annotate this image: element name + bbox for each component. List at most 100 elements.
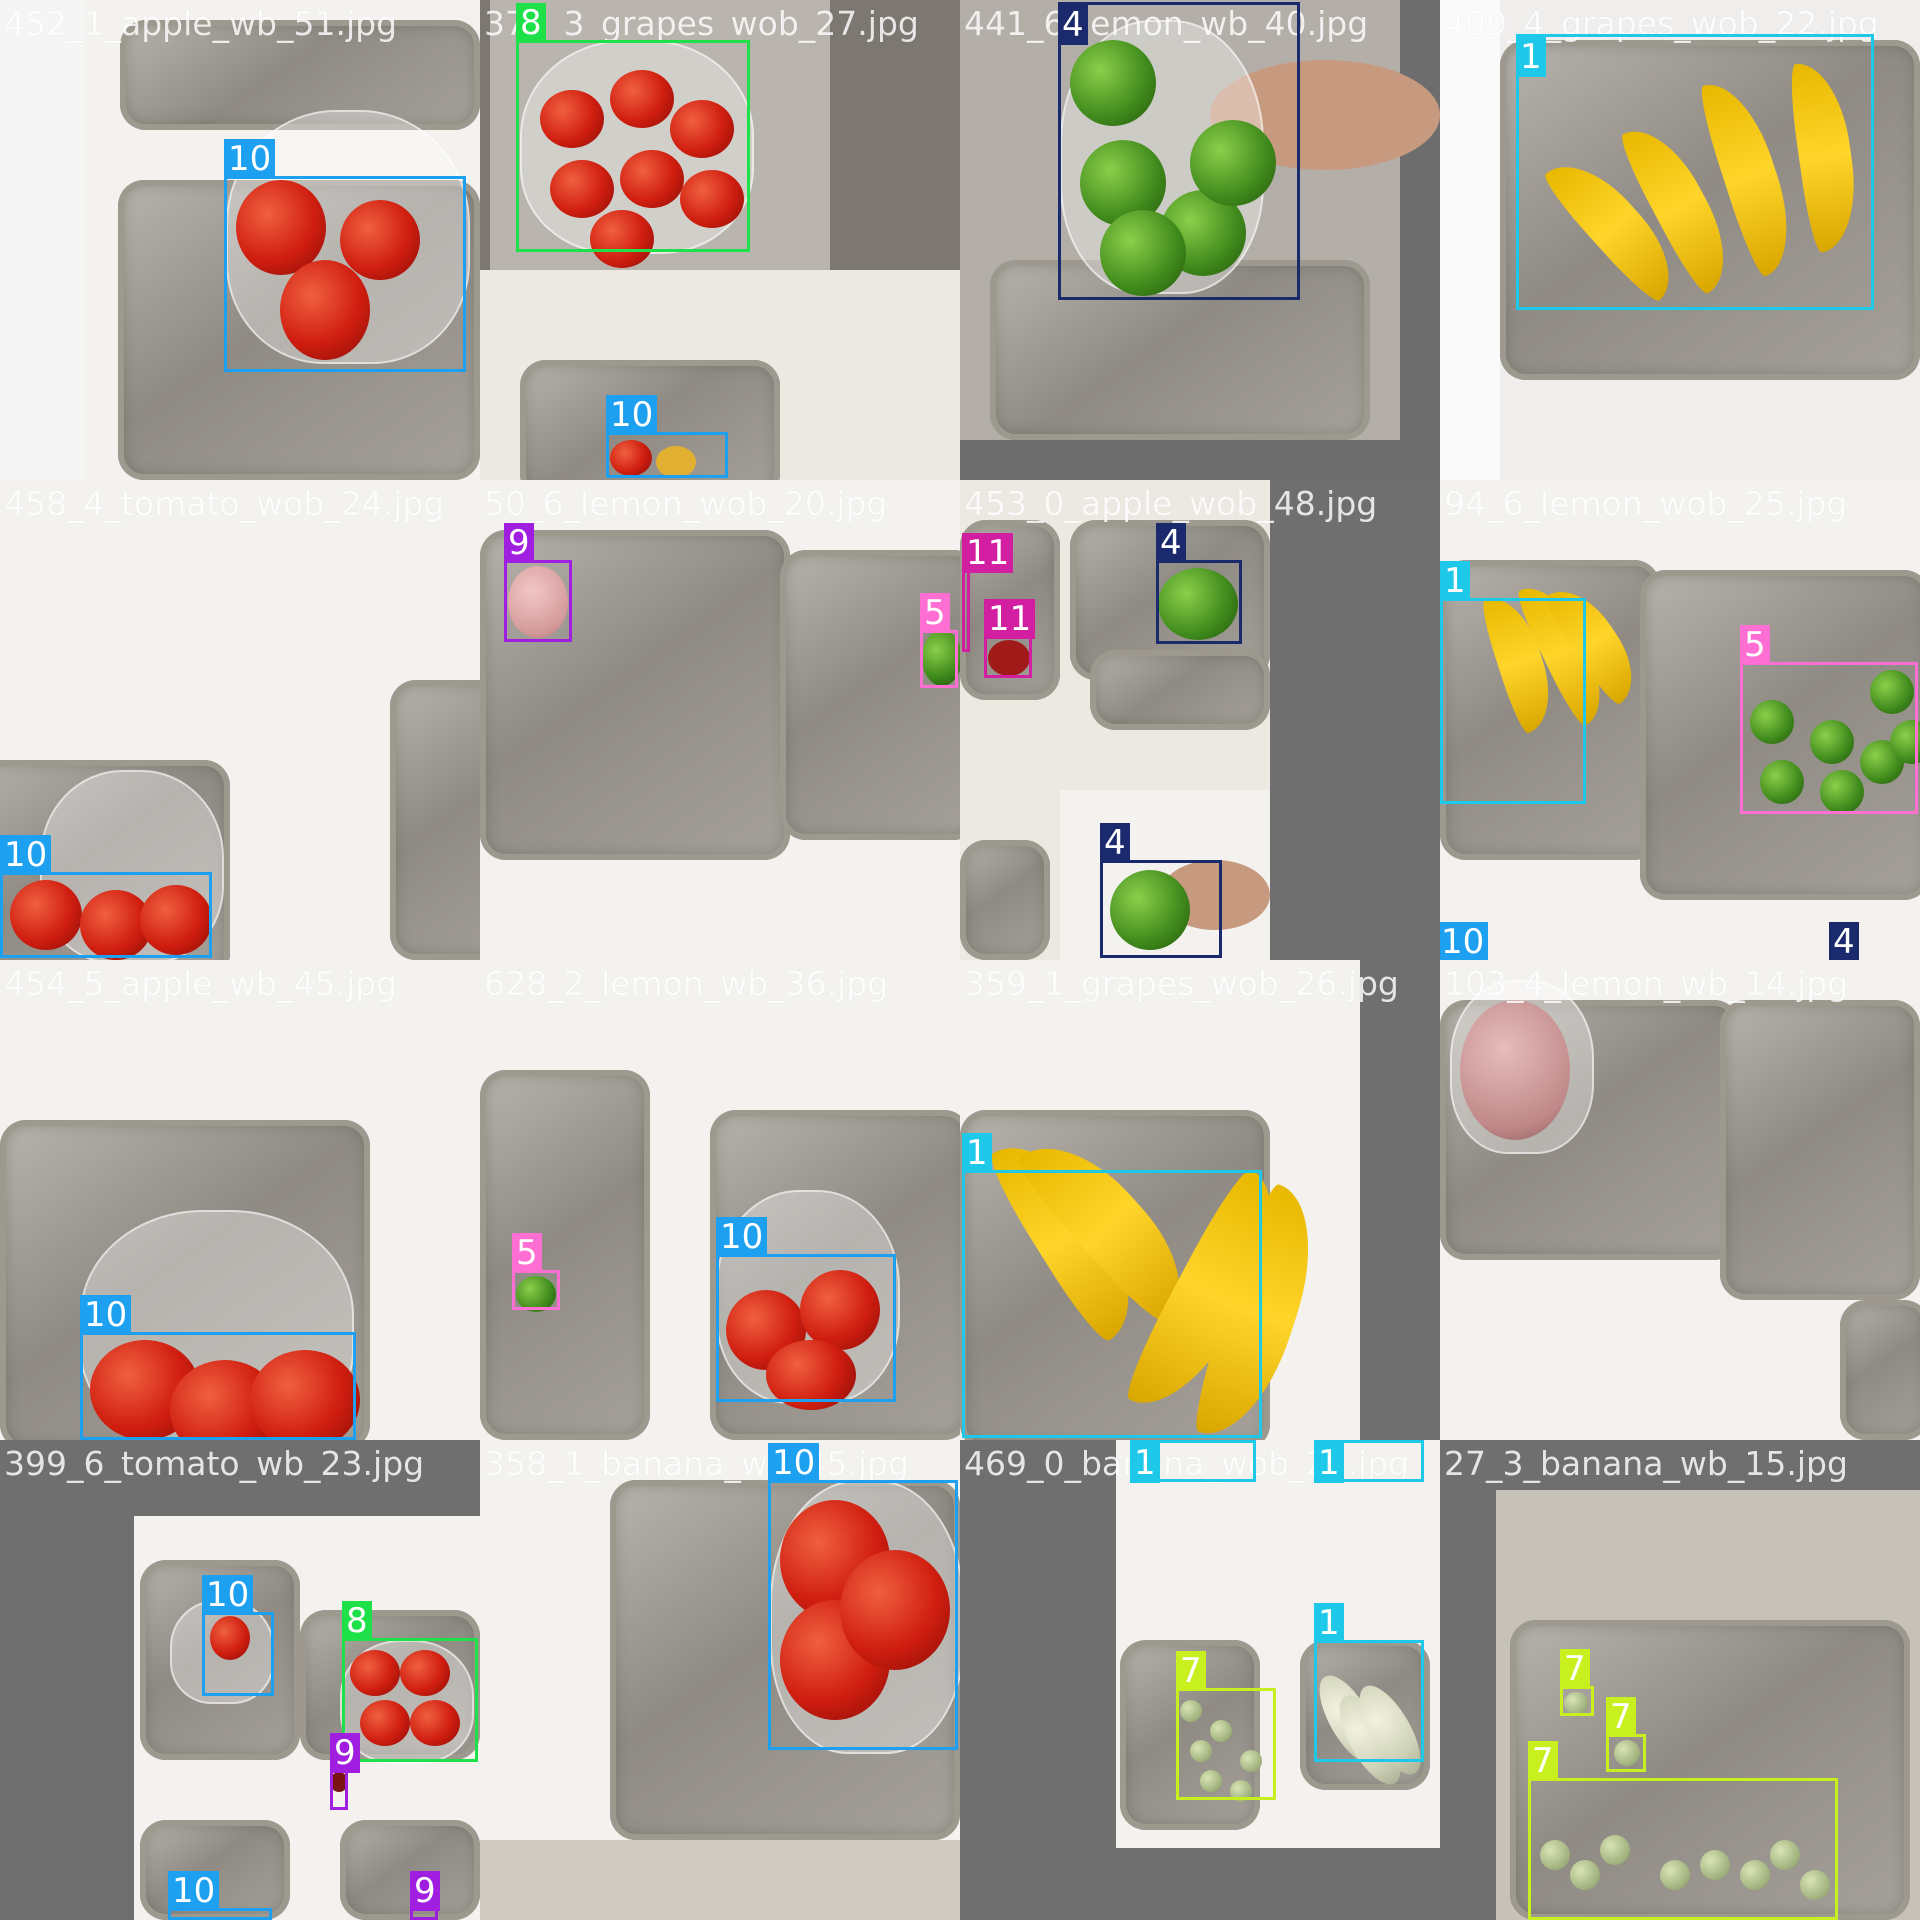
scale-tray bbox=[960, 840, 1050, 960]
bounding-box: 7 bbox=[1560, 1649, 1594, 1716]
class-label: 10 bbox=[168, 1871, 220, 1911]
image-tile: 452_1_apple_wb_51.jpg 10 bbox=[0, 0, 480, 480]
bounding-box: 10 bbox=[768, 1443, 958, 1750]
class-label: 10 bbox=[80, 1295, 132, 1335]
image-tile: 27_3_banana_wb_15.jpg 7 7 7 bbox=[1440, 1440, 1920, 1920]
background-region bbox=[1440, 0, 1500, 480]
bounding-box: 9 bbox=[330, 1733, 360, 1810]
class-label: 10 bbox=[1440, 922, 1489, 960]
class-label: 4 bbox=[1156, 523, 1186, 563]
scale-tray bbox=[480, 1070, 650, 1440]
image-filename: 628_2_lemon_wb_36.jpg bbox=[484, 964, 889, 1003]
bounding-box: 8 bbox=[342, 1601, 478, 1762]
bounding-box: 1 bbox=[1314, 1603, 1424, 1762]
bounding-box: 8 bbox=[516, 3, 750, 252]
bounding-box: 5 bbox=[512, 1233, 560, 1310]
class-label: 9 bbox=[410, 1871, 440, 1911]
image-tile: 399_6_tomato_wb_23.jpg 10 8 9 10 9 bbox=[0, 1440, 480, 1920]
background-region bbox=[0, 0, 84, 480]
class-label: 1 bbox=[1440, 561, 1470, 601]
bounding-box: 4 bbox=[1156, 523, 1242, 644]
bounding-box: 7 bbox=[1606, 1697, 1646, 1772]
class-label: 10 bbox=[716, 1217, 768, 1257]
image-tile: 458_4_tomato_wob_24.jpg 10 bbox=[0, 480, 480, 960]
photo-scene bbox=[480, 480, 960, 960]
class-label: 10 bbox=[224, 139, 276, 179]
bounding-box: 5 bbox=[920, 593, 958, 688]
class-label: 7 bbox=[1606, 1697, 1636, 1737]
bounding-box: 1 bbox=[1516, 34, 1874, 310]
image-filename: 359_1_grapes_wob_26.jpg bbox=[964, 964, 1399, 1003]
bounding-box: 1 bbox=[1440, 561, 1586, 804]
image-tile: 469_0_banana_wob_25.jpg 1 1 7 1 bbox=[960, 1440, 1440, 1920]
image-tile: 441_6_lemon_wb_40.jpg 4 bbox=[960, 0, 1440, 480]
class-label: 5 bbox=[512, 1233, 542, 1273]
bounding-box: 4 bbox=[1100, 823, 1222, 958]
class-label: 11 bbox=[984, 599, 1036, 639]
image-filename: 378_3_grapes_wob_27.jpg bbox=[484, 4, 919, 43]
image-tile: 378_3_grapes_wob_27.jpg 8 10 bbox=[480, 0, 960, 480]
scale-tray bbox=[1090, 650, 1270, 730]
detection-mosaic: 452_1_apple_wb_51.jpg 10 378_3_grapes_wob_… bbox=[0, 0, 1920, 1920]
image-tile: 454_5_apple_wb_45.jpg 10 bbox=[0, 960, 480, 1440]
bounding-box: 10 bbox=[606, 395, 728, 478]
bounding-box: 1 bbox=[962, 1133, 1262, 1438]
image-tile: 50_6_lemon_wob_20.jpg 9 5 bbox=[480, 480, 960, 960]
bounding-box: 10 bbox=[716, 1217, 896, 1402]
image-filename: 103_4_lemon_wb_14.jpg bbox=[1444, 964, 1849, 1003]
bounding-box: 10 bbox=[0, 835, 212, 958]
bounding-box: 10 bbox=[168, 1871, 272, 1920]
image-tile: 628_2_lemon_wb_36.jpg 5 10 bbox=[480, 960, 960, 1440]
bounding-box: 10 bbox=[202, 1575, 274, 1696]
class-label: 10 bbox=[0, 835, 52, 875]
class-label: 9 bbox=[504, 523, 534, 563]
image-tile: 103_4_lemon_wb_14.jpg bbox=[1440, 960, 1920, 1440]
class-label: 1 bbox=[962, 1133, 992, 1173]
bounding-box: 10 bbox=[224, 139, 466, 372]
image-filename: 358_1_banana_wb_45.jpg bbox=[484, 1444, 909, 1483]
image-filename: 452_1_apple_wb_51.jpg bbox=[4, 4, 398, 43]
class-label: 5 bbox=[920, 593, 950, 633]
image-filename: 453_0_apple_wob_48.jpg bbox=[964, 484, 1378, 523]
bounding-box: 1 bbox=[1130, 1440, 1256, 1483]
photo-scene bbox=[1440, 960, 1920, 1440]
bounding-box: 10 bbox=[80, 1295, 356, 1440]
class-label: 4 bbox=[1058, 5, 1088, 45]
class-label: 8 bbox=[516, 3, 546, 43]
class-label: 10 bbox=[202, 1575, 254, 1615]
image-tile: 453_0_apple_wob_48.jpg 11 11 4 4 bbox=[960, 480, 1440, 960]
bounding-box: 11 bbox=[962, 533, 1014, 652]
class-label: 10 bbox=[606, 395, 658, 435]
bounding-box: 4 bbox=[1058, 2, 1300, 300]
bounding-box: 9 bbox=[410, 1871, 440, 1920]
bounding-box: 7 bbox=[1176, 1651, 1276, 1800]
class-label: 9 bbox=[330, 1733, 360, 1773]
bounding-box: 11 bbox=[984, 599, 1036, 678]
image-filename: 458_4_tomato_wob_24.jpg bbox=[4, 484, 445, 523]
image-filename: 94_6_lemon_wob_25.jpg bbox=[1444, 484, 1848, 523]
bounding-box: 9 bbox=[504, 523, 572, 642]
image-filename: 27_3_banana_wb_15.jpg bbox=[1444, 1444, 1848, 1483]
class-label: 7 bbox=[1528, 1741, 1558, 1781]
scale-tray bbox=[390, 680, 480, 960]
image-filename: 399_6_tomato_wb_23.jpg bbox=[4, 1444, 425, 1483]
class-label: 10 bbox=[768, 1443, 820, 1483]
background-region bbox=[480, 1840, 960, 1920]
scale-tray bbox=[1720, 1000, 1920, 1300]
bounding-box: 1 bbox=[1314, 1440, 1424, 1483]
class-label: 1 bbox=[1314, 1603, 1344, 1643]
image-tile: 94_6_lemon_wob_25.jpg 1 5 10 4 bbox=[1440, 480, 1920, 960]
image-filename: 50_6_lemon_wob_20.jpg bbox=[484, 484, 888, 523]
class-label: 7 bbox=[1176, 1651, 1206, 1691]
bounding-box: 5 bbox=[1740, 625, 1918, 814]
class-label: 11 bbox=[962, 533, 1014, 573]
image-filename: 454_5_apple_wb_45.jpg bbox=[4, 964, 398, 1003]
onion bbox=[1460, 1000, 1570, 1140]
class-label: 7 bbox=[1560, 1649, 1590, 1689]
image-tile: 409_4_grapes_wob_22.jpg 1 bbox=[1440, 0, 1920, 480]
class-label: 1 bbox=[1130, 1443, 1160, 1483]
image-tile: 359_1_grapes_wob_26.jpg 1 bbox=[960, 960, 1440, 1440]
class-label: 1 bbox=[1314, 1443, 1344, 1483]
scale-tray bbox=[1840, 1300, 1920, 1440]
class-label: 5 bbox=[1740, 625, 1770, 665]
